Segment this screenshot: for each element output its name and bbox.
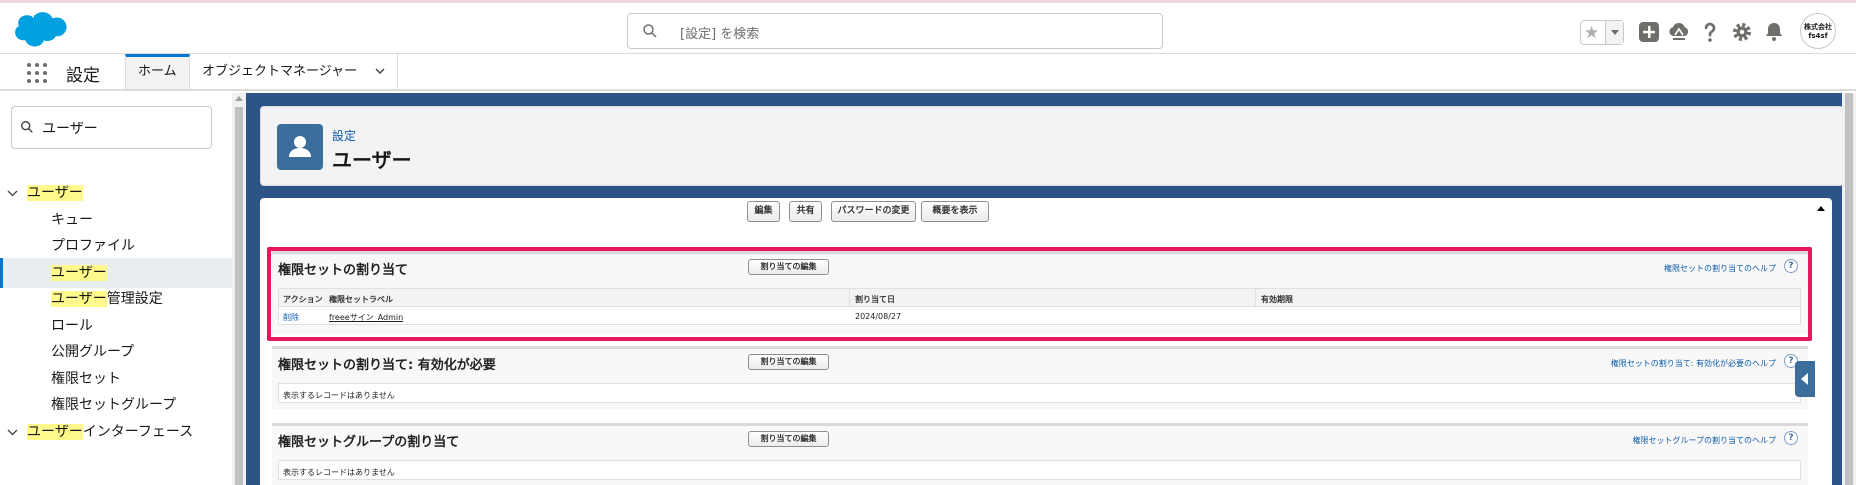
permission-set-group-assignments-section: 権限セットグループの割り当て 割り当ての編集 権限セットグループの割り当てのヘル… bbox=[272, 423, 1808, 485]
section-title: 権限セットグループの割り当て bbox=[278, 435, 460, 450]
search-icon bbox=[643, 24, 657, 38]
setup-sidebar: ユーザー ユーザー キュー プロファイル ユーザー ユーザー管理設定 ロール 公… bbox=[0, 93, 232, 485]
content-scrollbar[interactable] bbox=[1814, 200, 1828, 485]
collapse-panel-toggle[interactable] bbox=[1795, 361, 1815, 397]
tree-item-profiles[interactable]: プロファイル bbox=[0, 231, 232, 261]
view-summary-button[interactable]: 概要を表示 bbox=[921, 201, 989, 222]
permission-set-activation-required-section: 権限セットの割り当て: 有効化が必要 割り当ての編集 権限セットの割り当て: 有… bbox=[272, 346, 1808, 409]
quick-find-value: ユーザー bbox=[42, 121, 98, 137]
breadcrumb[interactable]: 設定 bbox=[332, 127, 356, 144]
edit-assignments-button[interactable]: 割り当ての編集 bbox=[748, 354, 829, 370]
favorites-button[interactable]: ★ bbox=[1580, 20, 1624, 45]
tree-item-profiles-label: プロファイル bbox=[51, 238, 135, 254]
user-avatar[interactable]: 株式会社 fs4sf bbox=[1800, 13, 1836, 49]
favorites-dropdown-icon[interactable] bbox=[1605, 21, 1623, 44]
app-name: 設定 bbox=[66, 66, 100, 86]
tree-node-ui-rest: インターフェース bbox=[82, 424, 194, 440]
search-icon bbox=[21, 121, 33, 133]
tree-item-user-management-settings[interactable]: ユーザー管理設定 bbox=[0, 284, 232, 314]
main-scrollbar[interactable] bbox=[1842, 93, 1856, 485]
help-icon[interactable] bbox=[1698, 20, 1722, 44]
add-icon[interactable] bbox=[1637, 20, 1661, 44]
avatar-line-1: 株式会社 bbox=[1804, 23, 1832, 31]
gear-icon[interactable] bbox=[1730, 20, 1754, 44]
help-question-icon[interactable]: ? bbox=[1784, 431, 1798, 445]
section-help-link[interactable]: 権限セットの割り当て: 有効化が必要のヘルプ bbox=[1611, 358, 1776, 369]
page-header: 設定 ユーザー bbox=[260, 106, 1844, 186]
edit-button[interactable]: 編集 bbox=[747, 201, 780, 222]
tab-object-manager-label: オブジェクトマネージャー bbox=[202, 64, 358, 79]
chevron-down-icon[interactable] bbox=[375, 66, 385, 76]
global-search-input[interactable]: [設定] を検索 bbox=[627, 13, 1163, 49]
share-button[interactable]: 共有 bbox=[789, 201, 822, 222]
app-nav-bar: 設定 ホーム オブジェクトマネージャー bbox=[0, 54, 1856, 91]
global-header: [設定] を検索 ★ 株式会社 fs4sf bbox=[0, 0, 1856, 54]
chevron-down-icon[interactable] bbox=[7, 188, 18, 198]
tree-item-ums-highlight: ユーザー bbox=[51, 291, 107, 307]
user-icon bbox=[277, 124, 323, 170]
empty-message: 表示するレコードはありません bbox=[283, 391, 395, 400]
avatar-line-2: fs4sf bbox=[1808, 32, 1828, 40]
chevron-down-icon[interactable] bbox=[7, 427, 18, 437]
tab-object-manager[interactable]: オブジェクトマネージャー bbox=[190, 54, 398, 89]
highlight-frame bbox=[267, 247, 1812, 341]
tree-item-users-label: ユーザー bbox=[51, 265, 107, 281]
permission-set-group-table: 表示するレコードはありません bbox=[278, 460, 1801, 480]
section-help-link[interactable]: 権限セットグループの割り当てのヘルプ bbox=[1632, 435, 1776, 446]
tab-home[interactable]: ホーム bbox=[125, 54, 190, 89]
search-placeholder: [設定] を検索 bbox=[680, 27, 760, 42]
trailhead-icon[interactable] bbox=[1667, 20, 1691, 44]
tree-item-ums-rest: 管理設定 bbox=[106, 291, 163, 307]
bell-icon[interactable] bbox=[1762, 20, 1786, 44]
tree-item-permission-set-groups[interactable]: 権限セットグループ bbox=[0, 390, 232, 420]
tree-item-public-groups[interactable]: 公開グループ bbox=[0, 337, 232, 367]
tree-item-public-groups-label: 公開グループ bbox=[51, 344, 135, 360]
tree-node-ui-highlight: ユーザー bbox=[27, 424, 83, 440]
section-title: 権限セットの割り当て: 有効化が必要 bbox=[278, 358, 496, 373]
tree-node-users[interactable]: ユーザー bbox=[0, 178, 232, 208]
tree-node-user-interface[interactable]: ユーザーインターフェース bbox=[0, 417, 232, 447]
activation-required-table: 表示するレコードはありません bbox=[278, 383, 1801, 403]
sidebar-scrollbar[interactable] bbox=[232, 93, 246, 485]
tree-node-users-label: ユーザー bbox=[27, 185, 83, 201]
empty-message: 表示するレコードはありません bbox=[283, 468, 395, 477]
star-icon: ★ bbox=[1584, 23, 1600, 43]
change-password-button[interactable]: パスワードの変更 bbox=[831, 201, 916, 222]
edit-assignments-button[interactable]: 割り当ての編集 bbox=[748, 431, 829, 447]
page-title: ユーザー bbox=[332, 148, 412, 172]
tree-item-permission-set-groups-label: 権限セットグループ bbox=[51, 397, 177, 413]
quick-find-input[interactable]: ユーザー bbox=[11, 106, 212, 149]
app-launcher-icon[interactable] bbox=[27, 63, 47, 83]
salesforce-logo-icon[interactable] bbox=[12, 9, 72, 51]
